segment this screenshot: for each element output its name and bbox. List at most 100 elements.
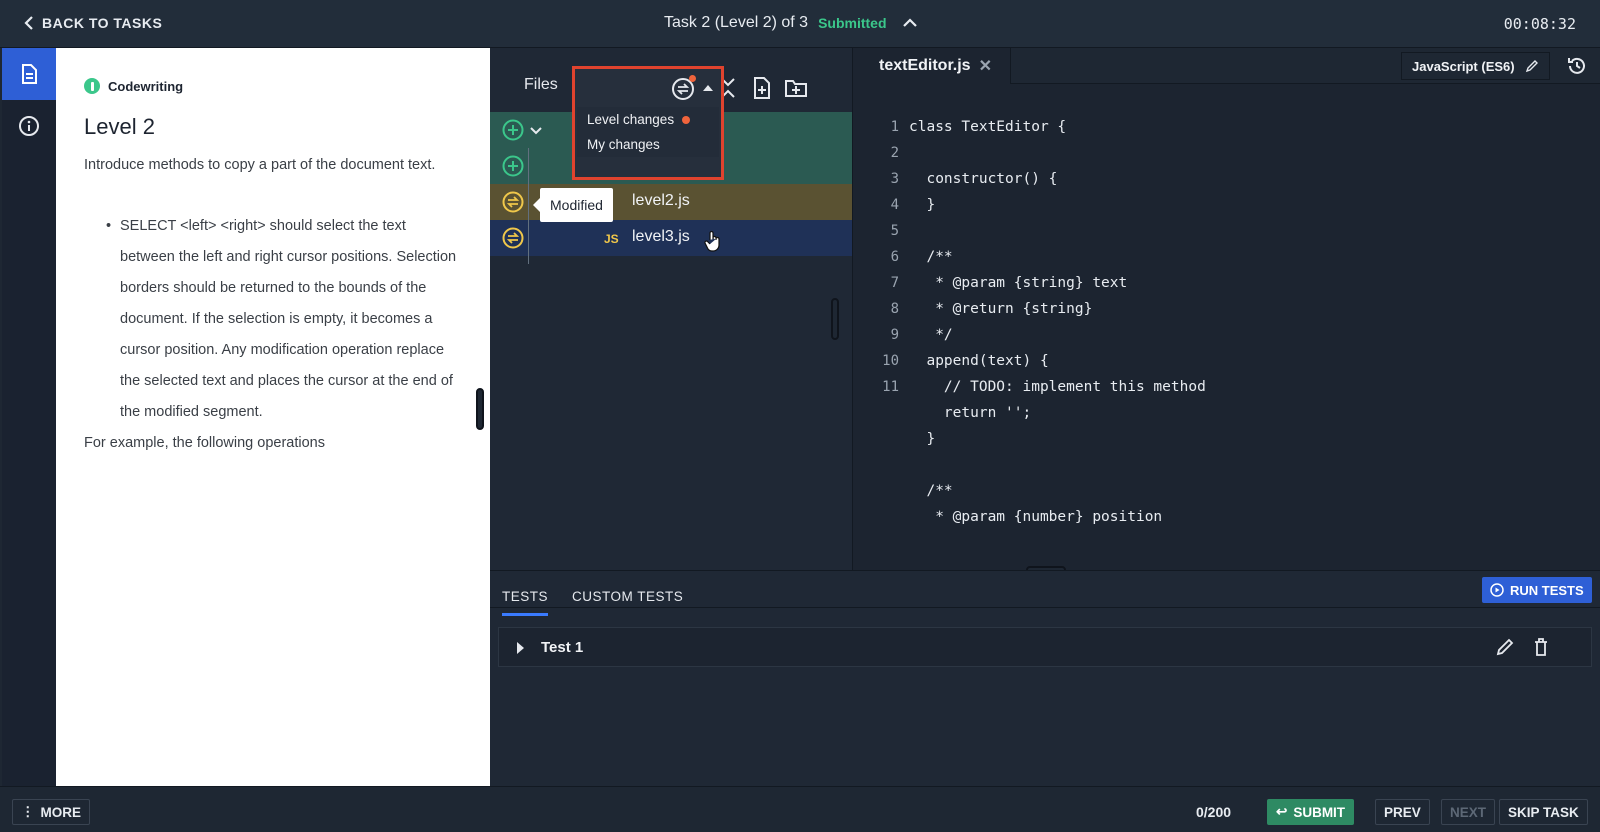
- code-area[interactable]: class TextEditor { constructor() { } /**…: [909, 114, 1206, 530]
- top-bar: BACK TO TASKS Task 2 (Level 2) of 3 Subm…: [0, 0, 1600, 48]
- description-tab-button[interactable]: [2, 48, 56, 100]
- tree-guide-line: [528, 148, 529, 264]
- tab-texteditor[interactable]: textEditor.js ✕: [853, 48, 1011, 84]
- code-line: * @param {string} text: [909, 275, 1128, 291]
- editor-tab-bar: textEditor.js ✕ JavaScript (ES6): [853, 48, 1600, 84]
- vertical-dots-icon: ⋮: [21, 804, 35, 819]
- line-number: 8: [890, 301, 899, 317]
- document-icon: [22, 64, 37, 84]
- code-line: }: [909, 197, 936, 213]
- code-line: }: [909, 431, 936, 447]
- test-name: Test 1: [541, 639, 584, 656]
- line-number: 11: [882, 379, 899, 395]
- task-info: Task 2 (Level 2) of 3 Submitted: [664, 14, 917, 32]
- codewriting-icon: [84, 78, 100, 94]
- caret-up-icon[interactable]: [703, 85, 713, 91]
- more-button[interactable]: ⋮ MORE: [12, 799, 90, 825]
- line-number-gutter: 1 2 3 4 5 6 7 8 9 10 11: [853, 114, 899, 400]
- next-button[interactable]: NEXT: [1441, 799, 1496, 825]
- language-selector[interactable]: JavaScript (ES6): [1401, 52, 1550, 80]
- changes-menu: Level changes My changes: [577, 107, 719, 157]
- back-to-tasks-button[interactable]: BACK TO TASKS: [24, 15, 162, 31]
- run-tests-button[interactable]: RUN TESTS: [1482, 577, 1592, 603]
- hand-cursor-icon: [704, 230, 720, 252]
- pencil-icon: [1525, 60, 1538, 73]
- menu-item-level-changes[interactable]: Level changes: [577, 107, 719, 132]
- added-icon: [502, 155, 524, 177]
- left-rail: [2, 48, 56, 786]
- code-line: * @return {string}: [909, 301, 1093, 317]
- task-title: Task 2 (Level 2) of 3: [664, 14, 809, 31]
- list-item: SELECT <left> <right> should select the …: [106, 211, 460, 428]
- tab-custom-tests[interactable]: CUSTOM TESTS: [572, 589, 683, 604]
- code-line: // TODO: implement this method: [909, 379, 1206, 395]
- status-badge: Submitted: [818, 15, 887, 31]
- info-tab-button[interactable]: [2, 100, 56, 152]
- line-number: 3: [890, 171, 899, 187]
- modified-icon: [502, 191, 524, 213]
- edit-test-icon[interactable]: [1495, 637, 1515, 657]
- file-name: level2.js: [632, 192, 690, 209]
- files-resize-handle[interactable]: [831, 298, 839, 340]
- code-line: /**: [909, 249, 953, 265]
- menu-item-my-changes[interactable]: My changes: [577, 132, 719, 157]
- files-title: Files: [524, 76, 558, 93]
- app-root: BACK TO TASKS Task 2 (Level 2) of 3 Subm…: [0, 0, 1600, 832]
- line-number: 10: [882, 353, 899, 369]
- code-line: return '';: [909, 405, 1032, 421]
- code-line: /**: [909, 483, 953, 499]
- test-row[interactable]: Test 1: [498, 627, 1592, 667]
- run-tests-label: RUN TESTS: [1510, 582, 1584, 598]
- prev-button[interactable]: PREV: [1375, 799, 1430, 825]
- chevron-left-icon: [24, 16, 33, 30]
- skip-task-button[interactable]: SKIP TASK: [1499, 799, 1588, 825]
- line-number: 9: [890, 327, 899, 343]
- task-kind: Codewriting: [84, 78, 460, 94]
- changes-filter-popup: Level changes My changes: [572, 66, 724, 180]
- description-intro: Introduce methods to copy a part of the …: [84, 157, 436, 173]
- new-file-icon[interactable]: [750, 76, 774, 100]
- return-arrow-icon: ↩: [1276, 804, 1288, 819]
- description-outro: For example, the following operations: [84, 435, 325, 451]
- line-number: 2: [890, 145, 899, 161]
- footer-bar: ⋮ MORE 0/200 ↩ SUBMIT PREV NEXT SKIP TAS…: [0, 786, 1600, 832]
- reset-history-icon[interactable]: [1565, 54, 1589, 78]
- code-editor: textEditor.js ✕ JavaScript (ES6) 1 2 3 4 5 6 7…: [852, 48, 1600, 570]
- submit-button[interactable]: ↩ SUBMIT: [1267, 799, 1355, 825]
- notification-dot: [689, 75, 696, 82]
- expand-triangle-icon[interactable]: [517, 642, 524, 654]
- modified-tooltip: Modified: [533, 188, 613, 222]
- code-line: class TextEditor {: [909, 119, 1067, 135]
- file-row-level3[interactable]: JS level3.js: [490, 220, 852, 256]
- modified-icon: [502, 227, 524, 249]
- level-heading: Level 2: [84, 114, 155, 139]
- tab-tests[interactable]: TESTS: [502, 589, 549, 616]
- close-icon[interactable]: ✕: [979, 56, 992, 76]
- description-bullets: SELECT <left> <right> should select the …: [106, 211, 460, 428]
- level-changes-indicator: [682, 115, 691, 124]
- line-number: 7: [890, 275, 899, 291]
- play-circle-icon: [1490, 583, 1504, 597]
- back-to-tasks-label: BACK TO TASKS: [42, 15, 163, 31]
- language-label: JavaScript (ES6): [1412, 58, 1515, 74]
- tab-label: textEditor.js: [879, 57, 971, 74]
- chevron-up-icon[interactable]: [902, 18, 917, 28]
- code-line: constructor() {: [909, 171, 1058, 187]
- code-line: append(text) {: [909, 353, 1049, 369]
- delete-test-icon[interactable]: [1531, 637, 1551, 657]
- tests-divider: [490, 607, 1600, 608]
- info-icon: [19, 116, 39, 136]
- task-kind-label: Codewriting: [108, 78, 184, 94]
- more-label: MORE: [40, 804, 82, 820]
- code-line: */: [909, 327, 953, 343]
- new-folder-icon[interactable]: [784, 76, 808, 100]
- task-description-panel: Codewriting Level 2 Introduce methods to…: [56, 48, 490, 786]
- description-resize-handle[interactable]: [476, 388, 484, 430]
- chevron-down-icon[interactable]: [530, 126, 542, 136]
- score: 0/200: [1196, 804, 1232, 820]
- submit-label: SUBMIT: [1293, 804, 1346, 820]
- line-number: 1: [890, 119, 899, 135]
